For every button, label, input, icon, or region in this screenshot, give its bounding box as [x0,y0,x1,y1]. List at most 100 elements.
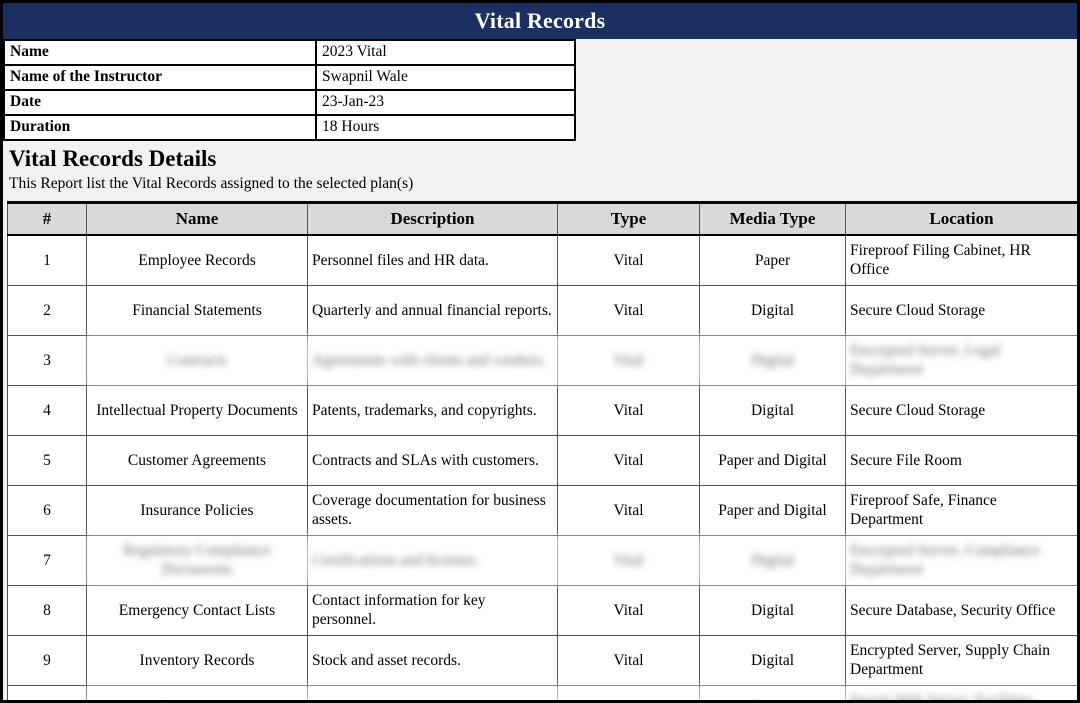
cell-media-type: Digital [699,335,846,387]
cell-description: Stock and asset records. [307,635,558,687]
metadata-table: Name 2023 Vital Name of the Instructor Swap… [3,39,576,141]
metadata-key: Name of the Instructor [3,64,317,91]
cell-media-type: Digital [699,385,846,437]
cell-media-type: Paper [699,234,846,287]
metadata-value: 2023 Vital [315,39,576,66]
column-header-index[interactable]: # [7,201,87,237]
cell-description: Certifications and licenses. [307,535,558,587]
page-title: Vital Records Details [9,146,217,171]
column-header-location[interactable]: Location [845,201,1077,237]
column-header-description[interactable]: Description [307,201,558,237]
table-row[interactable]: 7 Regulatory Compliance Documents Certific… [7,535,1077,587]
cell-location: Fireproof Filing Cabinet, HR Office [845,234,1077,287]
column-header-type[interactable]: Type [557,201,700,237]
metadata-key: Duration [3,114,317,141]
cell-location: Secure Cloud Storage [845,285,1077,337]
cell-description: Contracts and SLAs with customers. [307,435,558,487]
cell-location: Encrypted Server, Supply Chain Departmen… [845,635,1077,687]
cell-location: Secure Cloud Storage [845,385,1077,437]
metadata-row: Duration 18 Hours [3,114,576,141]
cell-type: Vital [557,385,700,437]
cell-index: 9 [7,635,87,687]
column-header-name[interactable]: Name [86,201,308,237]
cell-location: Fireproof Safe, Finance Department [845,485,1077,537]
metadata-key: Name [3,39,317,66]
cell-type: Vital [557,234,700,287]
table-header-row: # Name Description Type Media Type Location [7,201,1077,237]
cell-type: Vital [557,635,700,687]
cell-index: 8 [7,585,87,637]
cell-description: Coverage documentation for business asse… [307,485,558,537]
cell-type: Vital [557,285,700,337]
cell-media-type: Digital [699,685,846,700]
report-title-banner: Vital Records [3,3,1077,39]
cell-description: Contact information for key personnel. [307,585,558,637]
cell-name: Building Blueprints [86,685,308,700]
section-header: Vital Records Details This Report list t… [3,141,1077,202]
table-row[interactable]: 1 Employee Records Personnel files and HR … [7,234,1077,287]
records-table-area: # Name Description Type Media Type Location 1… [3,201,1077,700]
cell-name: Regulatory Compliance Documents [86,535,308,587]
cell-location: Secure Web Server, Facilities Department [845,685,1077,700]
cell-description: Personnel files and HR data. [307,234,558,287]
cell-media-type: Digital [699,635,846,687]
table-row[interactable]: 9 Inventory Records Stock and asset record… [7,635,1077,687]
metadata-row: Name of the Instructor Swapnil Wale [3,64,576,91]
cell-media-type: Paper and Digital [699,485,846,537]
cell-media-type: Paper and Digital [699,435,846,487]
cell-description: Quarterly and annual financial reports. [307,285,558,337]
cell-location: Encrypted Server, Compliance Department [845,535,1077,587]
metadata-value: 23-Jan-23 [315,89,576,116]
metadata-section: Name 2023 Vital Name of the Instructor Swap… [3,39,1077,141]
metadata-table-body: Name 2023 Vital Name of the Instructor Swap… [3,39,576,141]
metadata-value: Swapnil Wale [315,64,576,91]
metadata-row: Name 2023 Vital [3,39,576,66]
cell-type: Vital [557,535,700,587]
cell-media-type: Digital [699,585,846,637]
cell-name: Inventory Records [86,635,308,687]
page-subtitle: This Report list the Vital Records assig… [9,175,414,193]
cell-location: Encrypted Server, Legal Department [845,335,1077,387]
report-page: Vital Records Name 2023 Vital Name of the … [0,0,1080,703]
cell-media-type: Digital [699,285,846,337]
table-row[interactable]: 3 Contracts Agreements with clients and ve… [7,335,1077,387]
cell-media-type: Digital [699,535,846,587]
cell-name: Financial Statements [86,285,308,337]
cell-index: 5 [7,435,87,487]
cell-name: Emergency Contact Lists [86,585,308,637]
cell-type: Vital [557,435,700,487]
cell-description: Agreements with clients and vendors. [307,335,558,387]
metadata-key: Date [3,89,317,116]
cell-name: Intellectual Property Documents [86,385,308,437]
cell-name: Insurance Policies [86,485,308,537]
cell-location: Secure File Room [845,435,1077,487]
cell-name: Contracts [86,335,308,387]
cell-description: Architectural plans and layouts. [307,685,558,700]
column-header-media-type[interactable]: Media Type [699,201,846,237]
table-row[interactable]: 2 Financial Statements Quarterly and annua… [7,285,1077,337]
cell-name: Customer Agreements [86,435,308,487]
cell-index: 4 [7,385,87,437]
metadata-row: Date 23-Jan-23 [3,89,576,116]
cell-index: 2 [7,285,87,337]
vital-records-table: # Name Description Type Media Type Location 1… [7,201,1077,700]
cell-index: 10 [7,685,87,700]
records-table-head: # Name Description Type Media Type Location [7,201,1077,237]
cell-type: Vital [557,685,700,700]
cell-index: 7 [7,535,87,587]
cell-name: Employee Records [86,234,308,287]
table-row[interactable]: 8 Emergency Contact Lists Contact informat… [7,585,1077,637]
table-row[interactable]: 6 Insurance Policies Coverage documentatio… [7,485,1077,537]
table-row[interactable]: 5 Customer Agreements Contracts and SLAs w… [7,435,1077,487]
metadata-value: 18 Hours [315,114,576,141]
cell-index: 1 [7,234,87,287]
cell-type: Vital [557,485,700,537]
cell-location: Secure Database, Security Office [845,585,1077,637]
cell-type: Vital [557,335,700,387]
cell-type: Vital [557,585,700,637]
cell-index: 6 [7,485,87,537]
records-table-body: 1 Employee Records Personnel files and HR … [7,234,1077,700]
table-row[interactable]: 4 Intellectual Property Documents Patents,… [7,385,1077,437]
cell-description: Patents, trademarks, and copyrights. [307,385,558,437]
table-row[interactable]: 10Building BlueprintsArchitectural plans… [7,685,1077,700]
